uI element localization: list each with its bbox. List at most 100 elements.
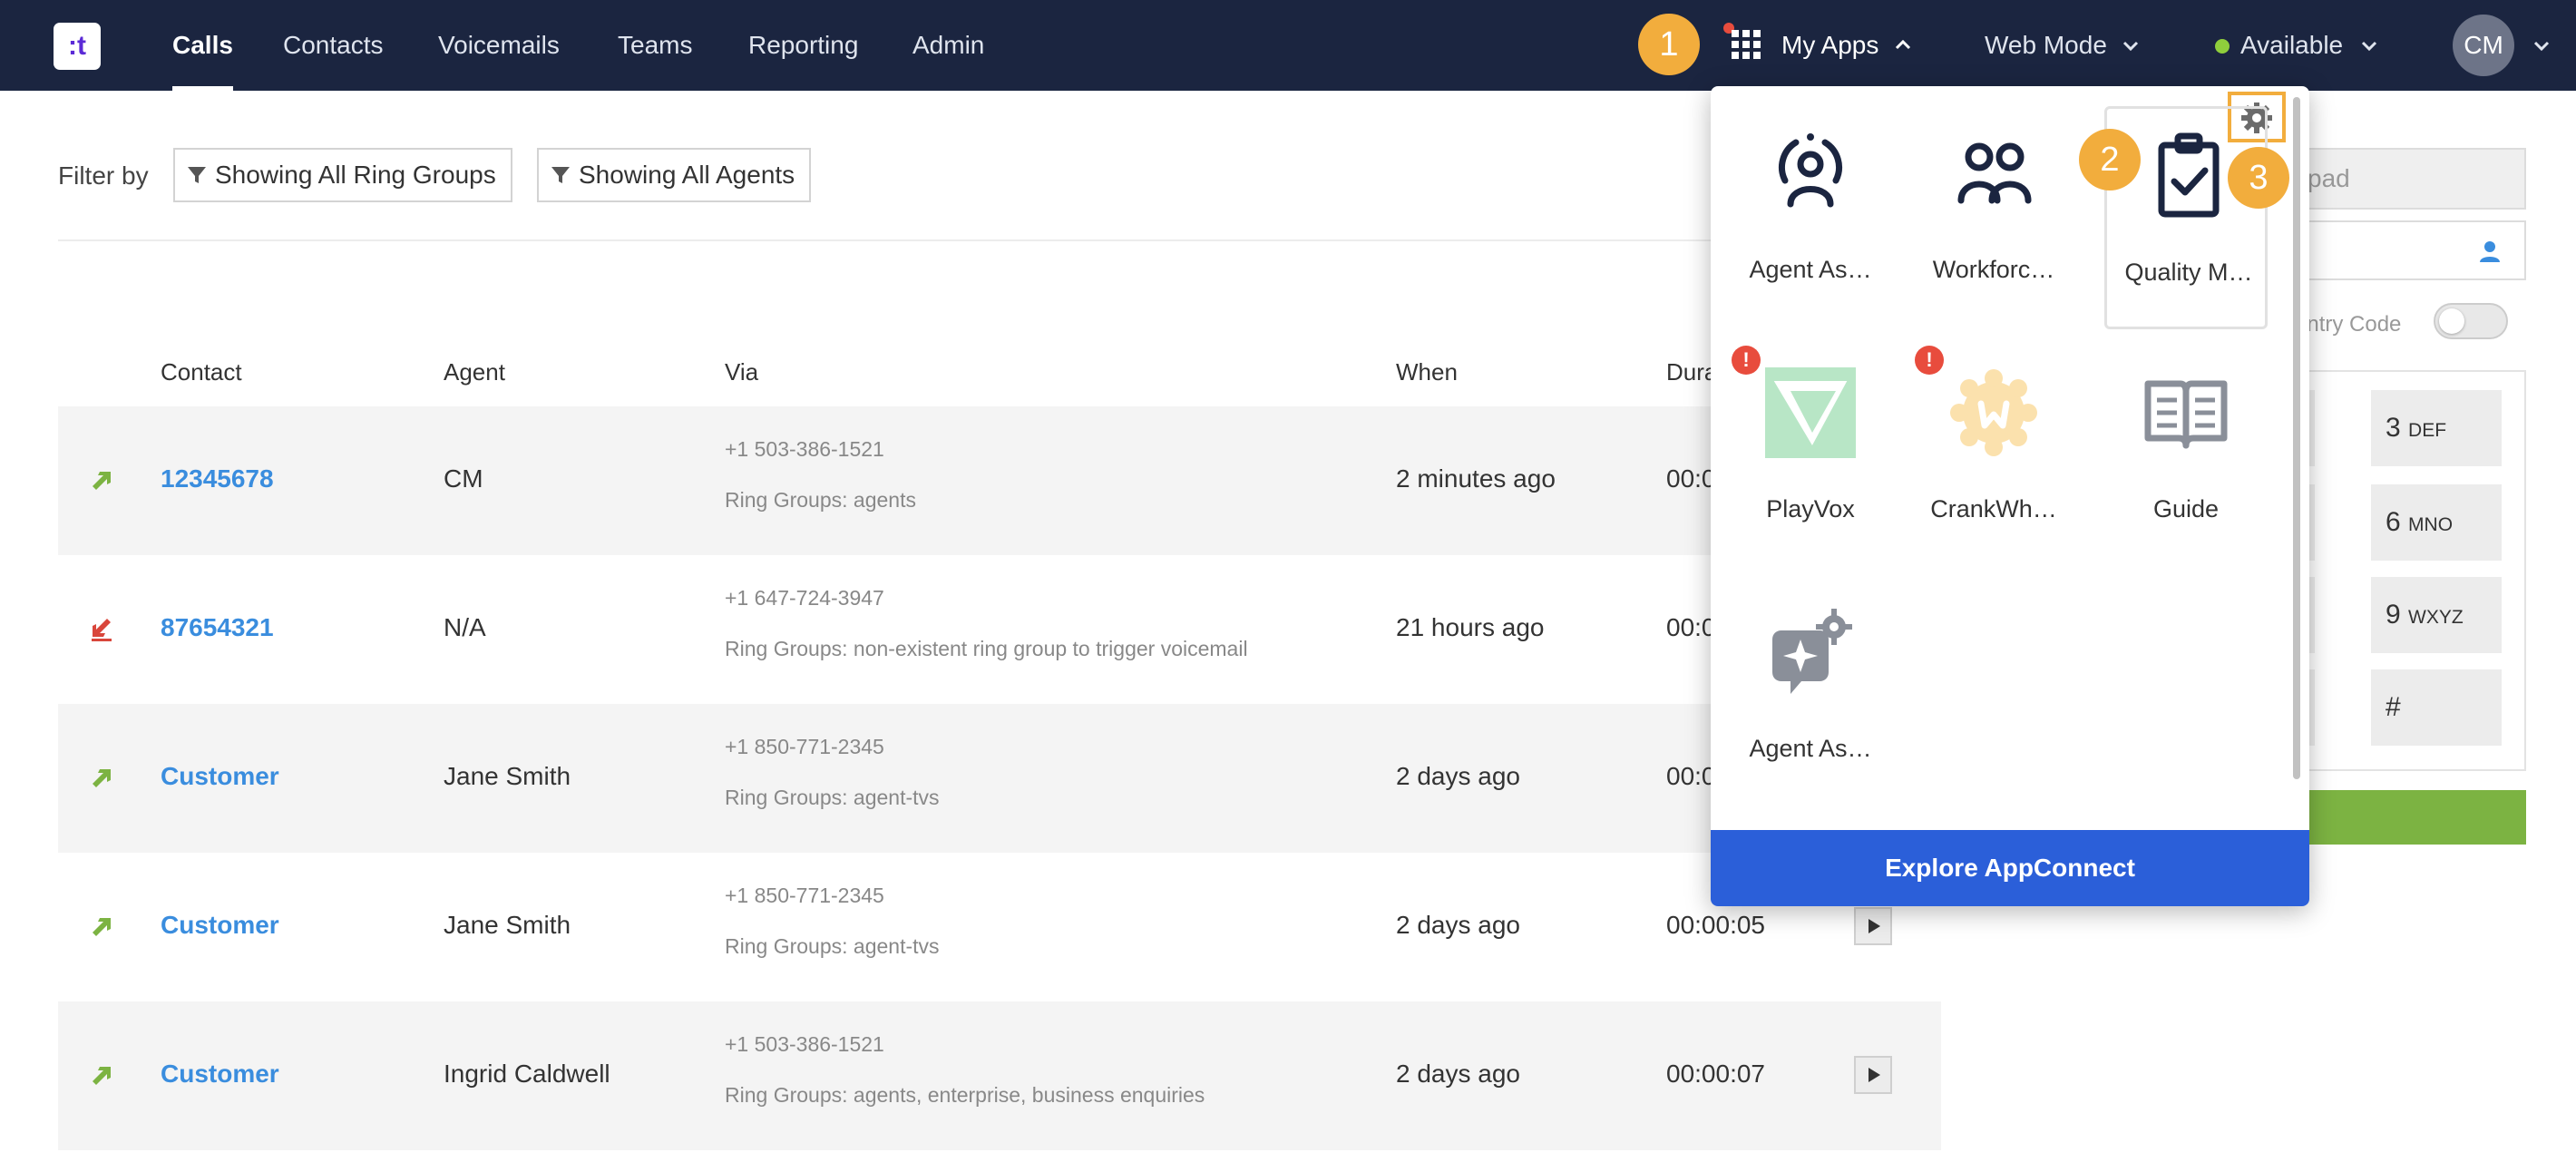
call-time: 2 days ago [1396, 1060, 1520, 1088]
app-label: Agent As… [1749, 256, 1872, 283]
nav-voicemails[interactable]: Voicemails [438, 0, 560, 91]
call-duration: 00:0 [1666, 762, 1716, 790]
column-header-contact[interactable]: Contact [161, 358, 242, 386]
play-icon [1869, 1068, 1880, 1082]
chevron-down-icon[interactable] [2120, 34, 2142, 56]
table-row[interactable]: Customer Ingrid Caldwell +1 503-386-1521… [58, 1001, 1941, 1150]
play-recording-button[interactable] [1854, 1056, 1892, 1094]
ring-group-filter-label: Showing All Ring Groups [215, 161, 496, 189]
filter-funnel-icon [551, 167, 570, 183]
table-row[interactable]: 87654321 N/A +1 647-724-3947 Ring Groups… [58, 555, 1941, 704]
play-recording-button[interactable] [1854, 907, 1892, 945]
outbound-call-icon [93, 1067, 111, 1085]
country-code-toggle[interactable] [2434, 303, 2508, 339]
agent-name: Jane Smith [444, 762, 571, 790]
app-logo[interactable]: :t [54, 23, 101, 70]
app-tile-playvox[interactable]: ! PlayVox [1729, 346, 1892, 569]
app-label: CrankWh… [1930, 495, 2057, 523]
my-apps-dropdown: Agent As… Workforc… Quality M… ! PlayVox… [1711, 86, 2309, 906]
contact-link[interactable]: Customer [161, 1060, 279, 1089]
app-label: Guide [2152, 495, 2220, 523]
agent-name: Ingrid Caldwell [444, 1060, 610, 1088]
my-apps-button[interactable]: My Apps [1781, 0, 1878, 91]
agent-filter-label: Showing All Agents [579, 161, 795, 189]
callout-2: 2 [2079, 129, 2141, 190]
person-icon[interactable] [2477, 239, 2503, 264]
contact-link[interactable]: 87654321 [161, 613, 274, 642]
call-duration: 00:0 [1666, 464, 1716, 493]
via-number: +1 850-771-2345 [725, 884, 884, 907]
status-dropdown[interactable]: Available [2240, 0, 2343, 91]
nav-contacts[interactable]: Contacts [283, 0, 384, 91]
agent-name: Jane Smith [444, 911, 571, 939]
app-tile-crankwheel[interactable]: ! CrankWh… [1912, 346, 2075, 569]
crankwheel-icon [1950, 369, 2037, 456]
quality-management-icon [2158, 132, 2220, 218]
agent-name: N/A [444, 613, 486, 641]
outbound-call-icon [93, 918, 111, 936]
contact-link[interactable]: Customer [161, 911, 279, 940]
nav-calls[interactable]: Calls [172, 0, 233, 91]
call-time: 2 days ago [1396, 911, 1520, 939]
via-ring-groups: Ring Groups: agents [725, 488, 916, 512]
web-mode-dropdown[interactable]: Web Mode [1985, 0, 2107, 91]
chevron-up-icon[interactable] [1892, 34, 1914, 56]
call-duration: 00:00:05 [1666, 911, 1765, 939]
column-header-agent[interactable]: Agent [444, 358, 505, 386]
status-available-dot [2215, 39, 2230, 54]
explore-appconnect-button[interactable]: Explore AppConnect [1711, 830, 2309, 906]
guide-book-icon [2144, 380, 2228, 449]
app-tile-agent-assist[interactable]: Agent As… [1729, 106, 1892, 329]
column-header-via[interactable]: Via [725, 358, 758, 386]
nav-admin[interactable]: Admin [912, 0, 984, 91]
outbound-call-icon [93, 769, 111, 787]
chevron-down-icon[interactable] [2531, 34, 2552, 56]
filter-by-label: Filter by [58, 161, 149, 190]
keypad-key-hash[interactable]: # [2371, 669, 2502, 746]
app-label: Workforc… [1932, 256, 2055, 283]
filter-divider [58, 239, 1941, 241]
app-tile-guide[interactable]: Guide [2104, 346, 2268, 569]
dropdown-scrollbar[interactable] [2293, 97, 2300, 779]
keypad-key-9[interactable]: 9 WXYZ [2371, 577, 2502, 653]
agent-filter-button[interactable]: Showing All Agents [537, 148, 811, 202]
contact-link[interactable]: Customer [161, 762, 279, 791]
via-ring-groups: Ring Groups: agent-tvs [725, 934, 940, 958]
warning-badge: ! [1732, 346, 1761, 375]
via-ring-groups: Ring Groups: agent-tvs [725, 786, 940, 809]
keypad-key-6[interactable]: 6 MNO [2371, 484, 2502, 561]
playvox-icon [1765, 367, 1856, 458]
workforce-icon [1957, 142, 2032, 204]
agent-name: CM [444, 464, 483, 493]
nav-teams[interactable]: Teams [618, 0, 692, 91]
table-row[interactable]: Customer Jane Smith +1 850-771-2345 Ring… [58, 853, 1941, 1001]
table-row[interactable]: 12345678 CM +1 503-386-1521 Ring Groups:… [58, 406, 1941, 555]
call-time: 2 days ago [1396, 762, 1520, 790]
column-header-duration[interactable]: Dura [1666, 358, 1717, 386]
agent-assist-settings-icon [1772, 609, 1852, 694]
via-number: +1 503-386-1521 [725, 1032, 884, 1056]
app-tile-workforce[interactable]: Workforc… [1912, 106, 2075, 329]
app-label: Agent As… [1749, 735, 1872, 762]
play-icon [1869, 919, 1880, 933]
app-label: Quality M… [2124, 259, 2253, 286]
chevron-down-icon[interactable] [2358, 34, 2380, 56]
agent-assist-icon [1779, 133, 1842, 208]
nav-reporting[interactable]: Reporting [748, 0, 858, 91]
via-number: +1 850-771-2345 [725, 735, 884, 758]
table-row[interactable]: Customer Jane Smith +1 850-771-2345 Ring… [58, 704, 1941, 853]
via-number: +1 503-386-1521 [725, 437, 884, 461]
via-ring-groups: Ring Groups: agents, enterprise, busines… [725, 1083, 1205, 1107]
apps-grid-icon[interactable] [1730, 28, 1762, 61]
keypad-key-3[interactable]: 3 DEF [2371, 390, 2502, 466]
app-tile-agent-assist-settings[interactable]: Agent As… [1729, 585, 1892, 808]
user-avatar[interactable]: CM [2453, 15, 2514, 76]
callout-3: 3 [2228, 147, 2289, 209]
outbound-call-icon [93, 472, 111, 490]
ring-group-filter-button[interactable]: Showing All Ring Groups [173, 148, 512, 202]
column-header-when[interactable]: When [1396, 358, 1458, 386]
top-nav-bar: :t Calls Contacts Voicemails Teams Repor… [0, 0, 2576, 91]
app-label: PlayVox [1766, 495, 1855, 523]
via-number: +1 647-724-3947 [725, 586, 884, 610]
contact-link[interactable]: 12345678 [161, 464, 274, 493]
